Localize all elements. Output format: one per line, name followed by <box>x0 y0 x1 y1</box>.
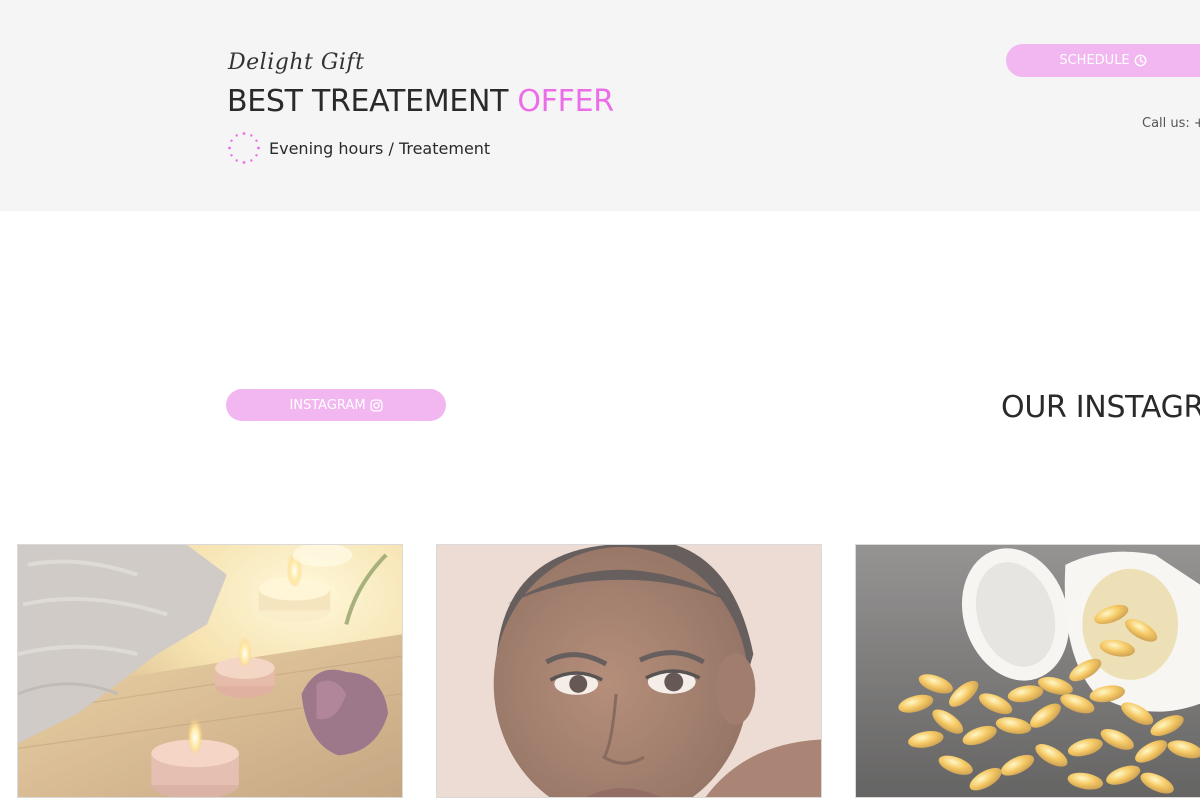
offer-heading-main: BEST TREATEMENT <box>227 84 518 119</box>
offer-banner: Delight Gift BEST TREATEMENT OFFER Eveni… <box>0 0 1200 211</box>
instagram-photo-capsules[interactable] <box>855 544 1200 798</box>
offer-script-title: Delight Gift <box>228 50 365 75</box>
instagram-button[interactable]: INSTAGRAM <box>226 389 446 421</box>
offer-heading-accent: OFFER <box>517 84 614 119</box>
offer-meta: Evening hours / Treatement <box>227 130 490 166</box>
instagram-section-title: OUR INSTAGR <box>1001 390 1200 425</box>
instagram-photo-spa-candles[interactable] <box>17 544 403 798</box>
spa-candles-image <box>18 545 402 797</box>
call-us-text: Call us: +2 <box>1142 116 1200 131</box>
schedule-button-label: SCHEDULE <box>1059 53 1130 68</box>
schedule-button[interactable]: SCHEDULE <box>1006 44 1200 77</box>
portrait-image <box>437 545 821 797</box>
offer-meta-text: Evening hours / Treatement <box>269 138 491 158</box>
capsules-image <box>856 545 1200 797</box>
offer-heading: BEST TREATEMENT OFFER <box>227 84 614 119</box>
instagram-icon <box>370 398 383 412</box>
clock-icon <box>1134 54 1147 67</box>
instagram-button-label: INSTAGRAM <box>289 397 366 413</box>
page: Delight Gift BEST TREATEMENT OFFER Eveni… <box>0 0 1200 800</box>
clock-dots-icon <box>228 132 260 164</box>
instagram-photo-portrait[interactable] <box>436 544 822 798</box>
